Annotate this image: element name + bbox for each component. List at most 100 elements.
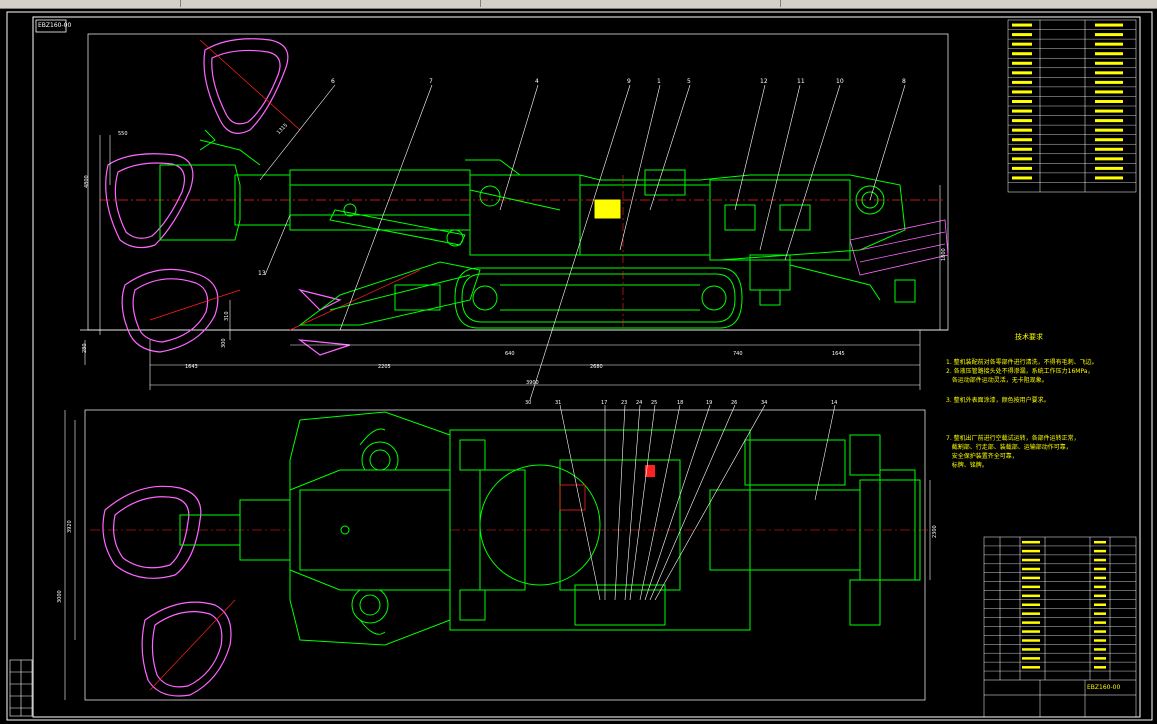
bom-row-qty-mark	[1094, 567, 1106, 571]
callout-side-2: 4	[535, 78, 539, 85]
dim-side-13: 300	[221, 338, 227, 348]
callout-plan-3: 24	[636, 400, 642, 406]
callout-side-4: 1	[657, 78, 661, 85]
spec-row-value-mark	[1095, 128, 1123, 132]
plan-dimension-values: 2300 3000 3920	[57, 520, 938, 603]
bom-row-qty-mark	[1094, 639, 1106, 642]
dim-plan-2: 3920	[67, 520, 73, 533]
spec-row-text-mark	[1012, 128, 1032, 132]
bom-row-qty-mark	[1094, 594, 1106, 598]
dim-side-6: 2205	[378, 364, 391, 370]
machine-body	[465, 159, 916, 306]
title-block-code: EBZ160-00	[1087, 684, 1121, 691]
cutter-profiles	[105, 38, 351, 356]
spec-row-text-mark	[1012, 100, 1032, 103]
plan-view-extent	[84, 409, 926, 701]
dim-plan-1: 3000	[57, 590, 63, 603]
callout-side-6: 12	[760, 78, 768, 85]
spec-row-text-mark	[1012, 42, 1032, 46]
spec-row-text-mark	[1012, 90, 1032, 94]
spec-row-value-mark	[1095, 61, 1123, 65]
cutting-boom	[159, 129, 471, 247]
callout-side-7: 11	[797, 78, 805, 85]
spec-row-value-mark	[1095, 100, 1123, 103]
lift-cylinder	[329, 189, 561, 246]
spec-row-value-mark	[1095, 166, 1123, 170]
plan-callout-numbers: 31 17 23 24 25 18 19 26 34 14 30	[525, 400, 837, 406]
bom-row-text-mark	[1022, 558, 1040, 562]
spec-row-text-mark	[1012, 80, 1032, 84]
dim-side-12: 280	[82, 343, 88, 353]
callout-side-10: 13	[258, 270, 266, 277]
bom-row-qty-mark	[1094, 648, 1106, 651]
bom-row-qty-mark	[1094, 630, 1106, 633]
dim-plan-0: 2300	[932, 525, 938, 538]
sheet-label: EBZ160-00	[38, 22, 72, 29]
tech-requirement-2: 2. 各液压管路接头处不得渗漏，系统工作压力16MPa，	[946, 368, 1094, 375]
dim-side-8: 640	[505, 351, 515, 357]
bom-row-qty-mark	[1094, 603, 1106, 606]
side-view-extent	[87, 33, 949, 331]
callout-side-3: 9	[627, 78, 631, 85]
dim-side-9: 3900	[526, 380, 539, 386]
dim-side-2: 1315	[276, 123, 289, 136]
crawler-track	[454, 267, 743, 329]
tech-requirement-7d: 标牌、铭牌。	[946, 462, 988, 469]
callout-plan-4: 25	[651, 400, 657, 406]
plan-dimension-lines	[64, 410, 931, 700]
tech-requirement-7: 7. 整机出厂前进行空载试运转，各部件运转正常，	[946, 435, 1080, 442]
bom-row-qty-mark	[1094, 657, 1106, 660]
callout-plan-8: 34	[761, 400, 767, 406]
spec-row-text-mark	[1012, 166, 1032, 170]
callout-plan-5: 18	[677, 400, 683, 406]
dim-side-7: 2680	[590, 364, 603, 370]
bom-row-text-mark	[1022, 603, 1040, 606]
plan-cutter-profiles	[102, 485, 232, 697]
dim-side-11: 1645	[832, 351, 845, 357]
bom-row-text-mark	[1022, 630, 1040, 633]
bom-row-text-mark	[1022, 594, 1040, 598]
spec-table-rows	[1008, 23, 1136, 183]
side-callout-numbers: 6 7 4 9 1 5 12 11 10 8 13	[258, 78, 906, 277]
plan-view	[64, 409, 931, 701]
tech-requirement-7c: 安全保护装置齐全可靠，	[946, 453, 1018, 460]
loading-shovel	[298, 261, 481, 326]
callout-plan-1: 17	[601, 400, 607, 406]
bom-row-text-mark	[1022, 666, 1040, 669]
spec-row-text-mark	[1012, 61, 1032, 65]
bom-row-text-mark	[1022, 621, 1040, 624]
bom-row-qty-mark	[1094, 558, 1106, 562]
callout-side-9: 8	[902, 78, 906, 85]
spec-row-value-mark	[1095, 52, 1123, 56]
dim-side-3: 1800	[941, 248, 947, 261]
bom-row-text-mark	[1022, 549, 1040, 553]
callout-plan-2: 23	[621, 400, 627, 406]
side-elevation-view	[80, 33, 949, 390]
bom-row-text-mark	[1022, 657, 1040, 660]
bom-row-text-mark	[1022, 567, 1040, 571]
tech-requirement-3: 3. 整机外表面涂漆，颜色按用户要求。	[946, 397, 1050, 404]
spec-row-value-mark	[1095, 109, 1123, 113]
bom-row-qty-mark	[1094, 666, 1106, 669]
spec-row-value-mark	[1095, 157, 1123, 161]
spec-row-text-mark	[1012, 52, 1032, 56]
bom-row-qty-mark	[1094, 549, 1106, 553]
spec-row-value-mark	[1095, 33, 1123, 37]
spec-row-value-mark	[1095, 119, 1123, 123]
spec-row-text-mark	[1012, 119, 1032, 123]
spec-row-text-mark	[1012, 71, 1032, 75]
bom-row-qty-mark	[1094, 585, 1106, 589]
spec-row-value-mark	[1095, 176, 1123, 180]
callout-plan-9: 14	[831, 400, 837, 406]
spec-row-text-mark	[1012, 23, 1032, 27]
tech-requirement-1: 1. 整机装配前对各零部件进行清洗，不得有毛刺、飞边。	[946, 359, 1098, 366]
bom-row-text-mark	[1022, 540, 1040, 544]
callout-side-1: 7	[429, 78, 433, 85]
spec-row-text-mark	[1012, 33, 1032, 37]
bom-row-qty-mark	[1094, 612, 1106, 615]
spec-row-value-mark	[1095, 138, 1123, 142]
spec-row-value-mark	[1095, 80, 1123, 84]
spec-row-text-mark	[1012, 138, 1032, 142]
callout-side-0: 6	[331, 78, 335, 85]
spec-row-text-mark	[1012, 147, 1032, 151]
